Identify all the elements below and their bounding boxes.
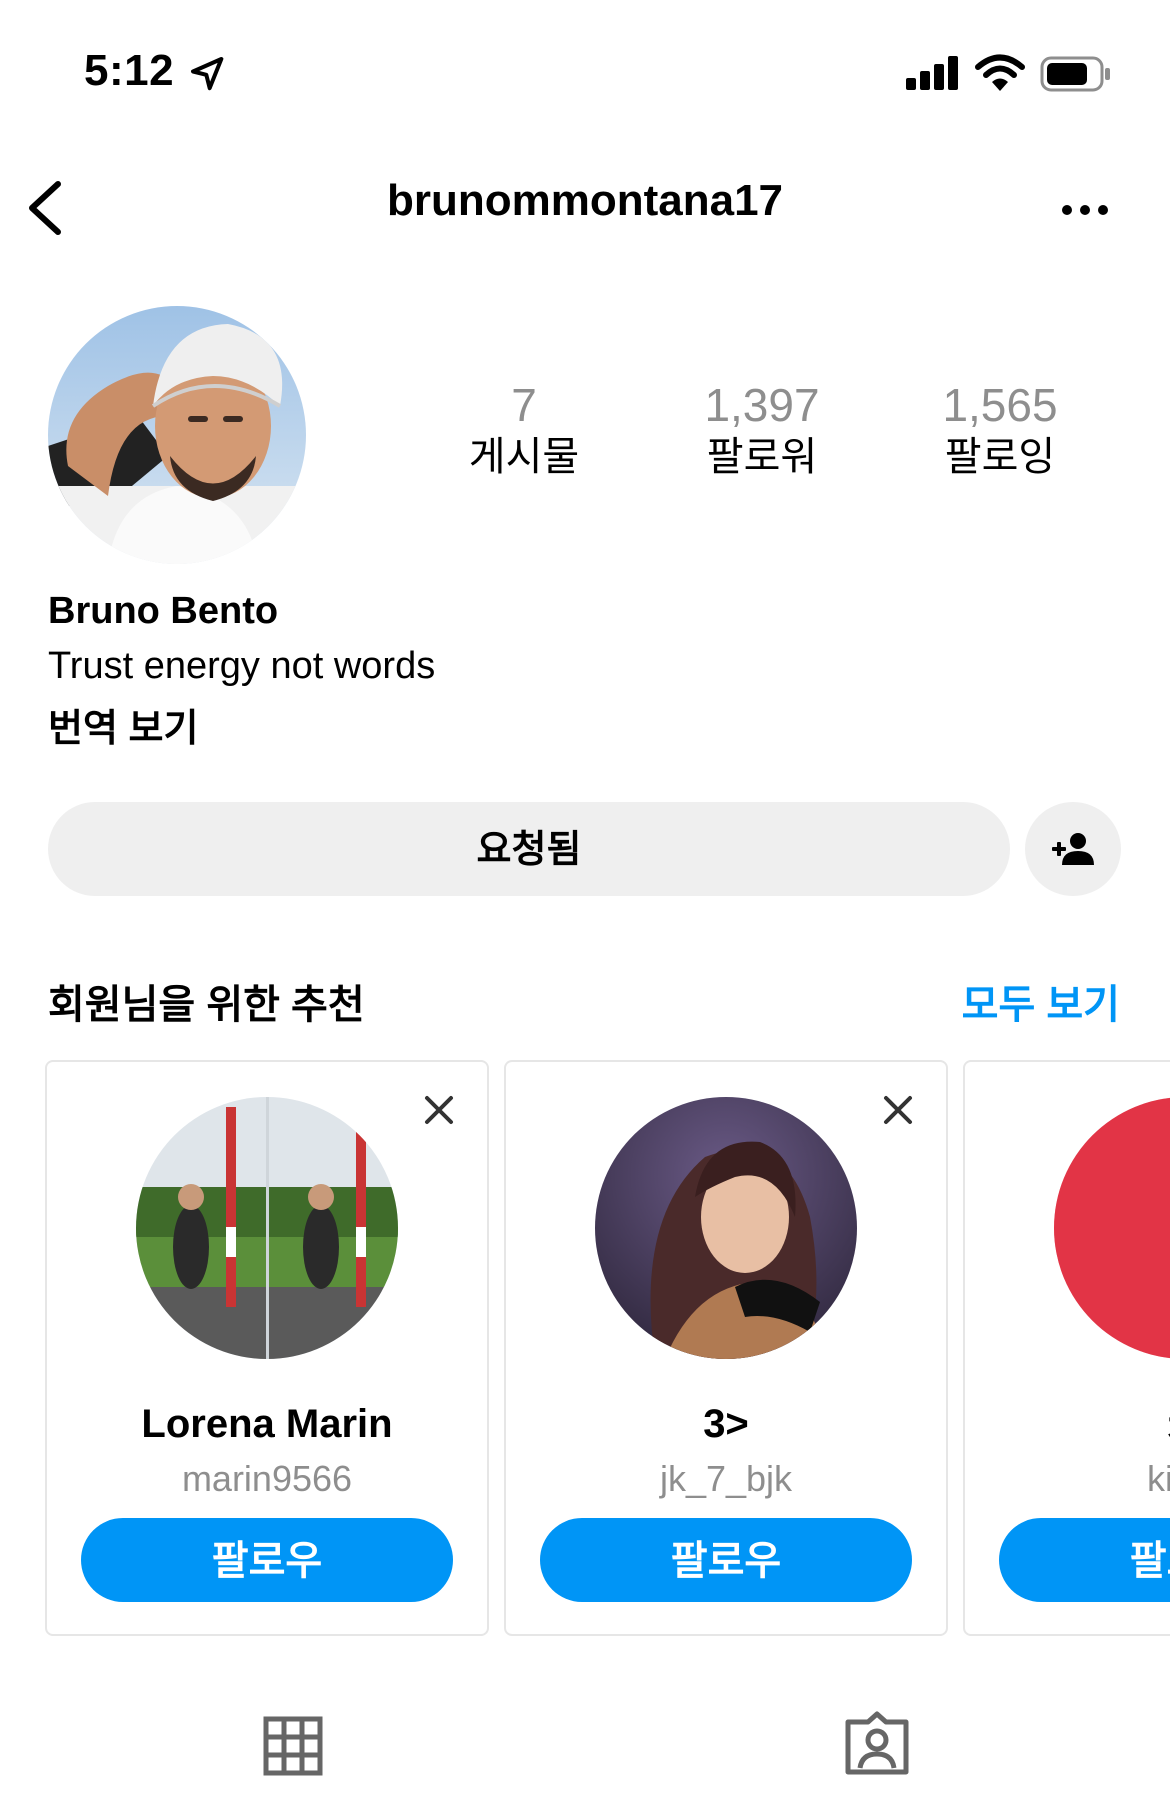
dismiss-suggestion-button[interactable] (423, 1094, 455, 1126)
suggestion-avatar[interactable] (595, 1097, 857, 1359)
posts-count: 7 (511, 379, 537, 431)
dismiss-suggestion-button[interactable] (882, 1094, 914, 1126)
suggestion-card[interactable]: 진 kimg 팔로우 (963, 1060, 1170, 1636)
tab-tagged[interactable] (844, 1710, 910, 1781)
follow-button[interactable]: 팔로우 (540, 1518, 912, 1602)
grid-icon (263, 1716, 323, 1776)
follow-button[interactable]: 팔로우 (81, 1518, 453, 1602)
profile-avatar[interactable] (48, 306, 306, 564)
suggestion-avatar[interactable] (136, 1097, 398, 1359)
profile-display-name: Bruno Bento (48, 590, 279, 632)
suggestions-title: 회원님을 위한 추천 (48, 983, 365, 1027)
suggestion-name: 3> (703, 1402, 749, 1446)
suggestion-card[interactable]: Lorena Marin marin9566 팔로우 (45, 1060, 489, 1636)
suggested-users-button[interactable] (1025, 802, 1121, 896)
following-stat[interactable]: 1,565 팔로잉 (900, 378, 1100, 482)
followers-count: 1,397 (704, 379, 820, 431)
add-person-icon (1052, 833, 1094, 865)
suggestion-username: jk_7_bjk (659, 1458, 793, 1499)
battery-icon (1040, 56, 1112, 97)
close-icon (884, 1096, 912, 1124)
profile-page: 5:12 brunommontana17 7 게시물 1,397 팔로워 1,5… (0, 0, 1170, 1803)
see-all-link[interactable]: 모두 보기 (962, 972, 1120, 1030)
wifi-icon (975, 54, 1025, 97)
more-options-button[interactable] (1060, 198, 1110, 222)
following-count: 1,565 (942, 379, 1058, 431)
suggestion-username: kimg (1146, 1458, 1170, 1499)
profile-bio: Trust energy not words (48, 645, 436, 687)
followers-label: 팔로워 (706, 435, 818, 479)
tagged-icon (845, 1711, 909, 1775)
posts-label: 게시물 (468, 435, 580, 479)
more-options-icon (1062, 205, 1108, 215)
close-icon (425, 1096, 453, 1124)
follow-button[interactable]: 팔로우 (999, 1518, 1170, 1602)
profile-username-title: brunommontana17 (386, 176, 784, 225)
suggestion-username: marin9566 (181, 1458, 353, 1499)
suggestion-card[interactable]: 3> jk_7_bjk 팔로우 (504, 1060, 948, 1636)
followers-stat[interactable]: 1,397 팔로워 (662, 378, 862, 482)
following-label: 팔로잉 (944, 435, 1056, 479)
tab-posts-grid[interactable] (263, 1716, 323, 1781)
suggestion-name: Lorena Marin (141, 1402, 393, 1446)
requested-button[interactable]: 요청됨 (48, 802, 1010, 896)
see-translation-link[interactable]: 번역 보기 (48, 697, 198, 752)
posts-stat[interactable]: 7 게시물 (424, 378, 624, 482)
status-time: 5:12 (84, 46, 175, 95)
location-arrow-icon (188, 54, 228, 99)
signal-icon (906, 56, 960, 95)
suggestion-avatar[interactable] (1054, 1097, 1170, 1359)
suggestion-name: 진 (965, 1402, 1170, 1460)
